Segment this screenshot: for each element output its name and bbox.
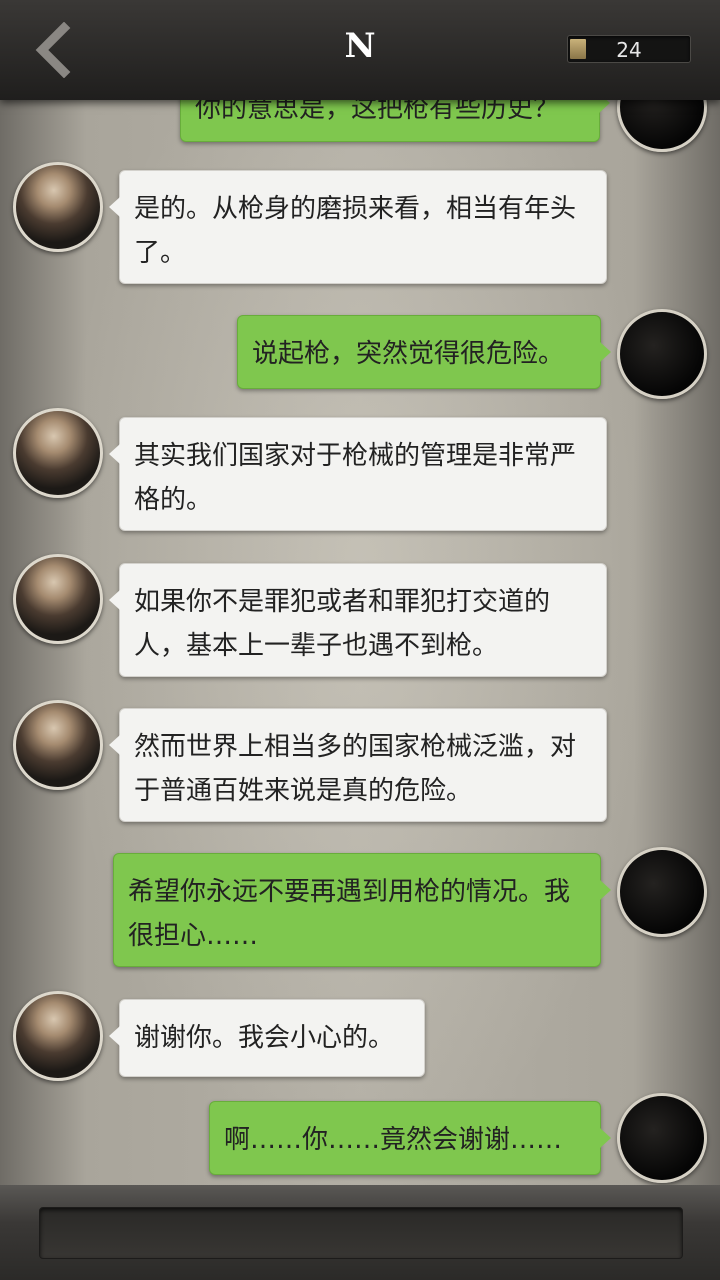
- message-text: 希望你永远不要再遇到用枪的情况。我很担心……: [128, 877, 571, 951]
- incoming-message-bubble: 是的。从枪身的磨损来看，相当有年头了。: [109, 170, 607, 284]
- message-text: 其实我们国家对于枪械的管理是非常严格的。: [134, 441, 577, 515]
- contact-avatar[interactable]: [13, 700, 103, 790]
- incoming-message-bubble: 其实我们国家对于枪械的管理是非常严格的。: [109, 417, 607, 531]
- bottom-bar: [0, 1185, 720, 1280]
- message-text: 啊……你……竟然会谢谢……: [224, 1125, 563, 1155]
- counter-value: 24: [616, 38, 642, 62]
- incoming-message-bubble: 如果你不是罪犯或者和罪犯打交道的人，基本上一辈子也遇不到枪。: [109, 563, 607, 677]
- message-text: 是的。从枪身的磨损来看，相当有年头了。: [134, 194, 577, 268]
- outgoing-message-bubble: 希望你永远不要再遇到用枪的情况。我很担心……: [113, 853, 611, 967]
- contact-avatar[interactable]: [13, 162, 103, 252]
- message-text: 谢谢你。我会小心的。: [134, 1023, 395, 1053]
- message-list[interactable]: 你的意思是，这把枪有些历史？ 是的。从枪身的磨损来看，相当有年头了。 说起枪，突…: [0, 0, 720, 1280]
- message-text: 然而世界上相当多的国家枪械泛滥，对于普通百姓来说是真的危险。: [134, 732, 577, 806]
- incoming-message-bubble: 谢谢你。我会小心的。: [109, 999, 425, 1077]
- user-avatar[interactable]: [617, 1093, 707, 1183]
- contact-avatar[interactable]: [13, 991, 103, 1081]
- user-avatar[interactable]: [617, 847, 707, 937]
- outgoing-message-bubble: 啊……你……竟然会谢谢……: [209, 1101, 611, 1175]
- top-bar: N 24: [0, 0, 720, 100]
- energy-counter: 24: [567, 35, 691, 63]
- incoming-message-bubble: 然而世界上相当多的国家枪械泛滥，对于普通百姓来说是真的危险。: [109, 708, 607, 822]
- message-text: 如果你不是罪犯或者和罪犯打交道的人，基本上一辈子也遇不到枪。: [134, 587, 551, 661]
- message-input[interactable]: [39, 1207, 683, 1259]
- contact-avatar[interactable]: [13, 408, 103, 498]
- contact-avatar[interactable]: [13, 554, 103, 644]
- message-text: 说起枪，突然觉得很危险。: [252, 339, 565, 369]
- user-avatar[interactable]: [617, 309, 707, 399]
- outgoing-message-bubble: 说起枪，突然觉得很危险。: [237, 315, 611, 389]
